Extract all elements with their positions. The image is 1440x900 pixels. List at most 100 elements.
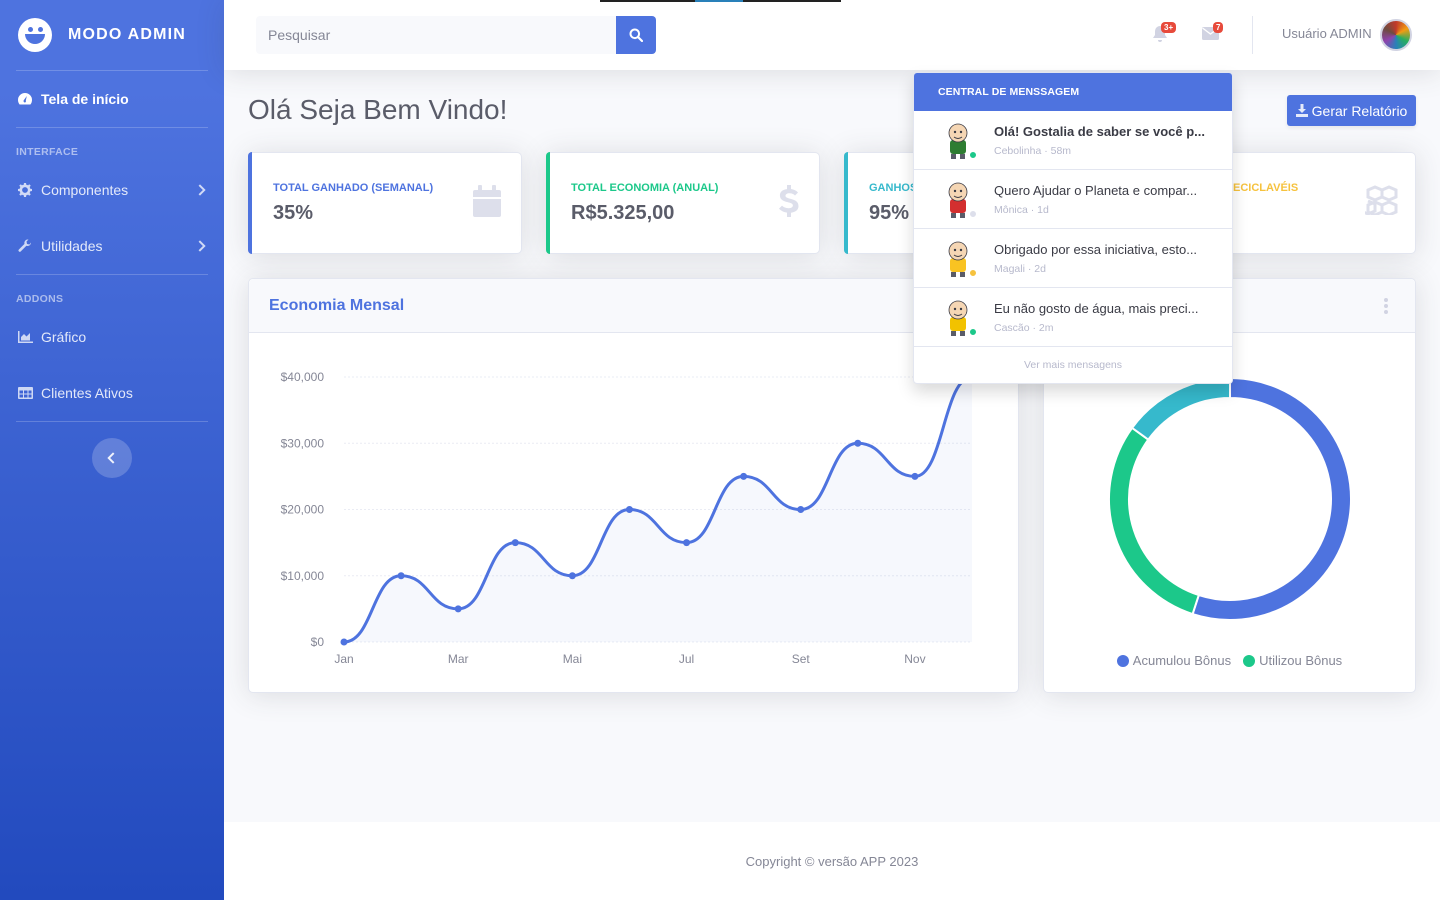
stat-value: 95% (869, 202, 910, 224)
data-point[interactable] (683, 539, 691, 547)
message-item[interactable]: Olá! Gostalia de saber se você p... Cebol… (914, 111, 1232, 170)
brand-name: MODO ADMIN (68, 26, 187, 43)
data-point[interactable] (397, 572, 405, 580)
sidebar-divider (16, 421, 208, 422)
doughnut-slice[interactable] (1191, 376, 1352, 621)
tachometer-icon (17, 92, 33, 106)
legend-dot (1116, 654, 1129, 667)
message-item[interactable]: Obrigado por essa iniciativa, esto... Mag… (914, 229, 1232, 288)
messages-button[interactable]: 7 (1202, 22, 1224, 45)
view-more-messages-link[interactable]: Ver mais mensagens (914, 347, 1232, 383)
y-tick-label: $30,000 (281, 436, 325, 450)
data-point[interactable] (511, 539, 519, 547)
sidebar-item-utilities[interactable]: Utilidades (0, 218, 224, 274)
legend-dot (1243, 654, 1256, 667)
messages-dropdown: CENTRAL DE MENSSAGEM Olá! Gostalia de sa… (913, 72, 1233, 384)
card-accent (248, 152, 252, 254)
data-point[interactable] (568, 572, 576, 580)
data-point[interactable] (625, 506, 633, 513)
area-chart-card: Economia Mensal $0 $10,000 $20,000 $30,000 $… (248, 278, 1019, 693)
stat-card-annual-savings: TOTAL ECONOMIA (ANUAL) R$5.325,00 (546, 152, 820, 254)
chart-legend: Acumulou Bônus Utilizou Bônus (1044, 653, 1415, 668)
status-indicator (968, 268, 978, 278)
legend-item[interactable]: Utilizou Bônus (1243, 653, 1342, 668)
card-accent (844, 152, 848, 254)
data-point[interactable] (454, 605, 462, 613)
legend-label: Acumulou Bônus (1132, 653, 1232, 668)
footer: Copyright © versão APP 2023 (224, 822, 1440, 900)
area-chart-icon (17, 330, 33, 344)
card-title: Economia Mensal (269, 296, 405, 314)
page-title: Olá Seja Bem Vindo! (248, 94, 508, 125)
stat-label: TOTAL ECONOMIA (ANUAL) (571, 182, 719, 194)
message-text: Eu não gosto de água, mais preci... (994, 300, 1199, 316)
data-point[interactable] (854, 439, 862, 447)
x-tick-label: Nov (904, 652, 925, 666)
x-tick-label: Jan (334, 652, 353, 666)
message-meta: Cebolinha · 58m (994, 144, 1072, 157)
generate-report-label: Gerar Relatório (1311, 102, 1408, 119)
sidebar-item-home[interactable]: Tela de início (0, 71, 224, 127)
x-tick-label: Jul (679, 652, 694, 666)
sidebar-item-label: Utilidades (41, 238, 103, 254)
sidebar-item-active-clients[interactable]: Clientes Ativos (0, 365, 224, 421)
y-tick-label: $40,000 (281, 370, 325, 384)
data-point[interactable] (797, 506, 805, 513)
sidebar-item-components[interactable]: Componentes (0, 162, 224, 218)
sidebar-toggle-button[interactable] (92, 438, 132, 478)
message-item[interactable]: Quero Ajudar o Planeta e compar... Mônica… (914, 170, 1232, 229)
message-avatar (938, 120, 978, 160)
sidebar: MODO ADMIN Tela de início INTERFACE Comp… (0, 0, 224, 900)
more-options-icon[interactable] (1384, 298, 1388, 314)
y-tick-label: $10,000 (281, 569, 325, 583)
message-meta: Mônica · 1d (994, 203, 1049, 216)
stat-value: R$5.325,00 (571, 202, 675, 224)
y-tick-label: $20,000 (281, 503, 325, 517)
message-text: Obrigado por essa iniciativa, esto... (994, 241, 1198, 257)
stat-label: GANHOS (869, 182, 918, 194)
x-tick-label: Mai (563, 652, 582, 666)
brand[interactable]: MODO ADMIN (0, 0, 224, 70)
messages-badge: 7 (1213, 22, 1224, 33)
generate-report-button[interactable]: Gerar Relatório (1287, 95, 1416, 126)
x-tick-label: Mar (448, 652, 469, 666)
sidebar-heading-interface: INTERFACE (16, 146, 79, 158)
alerts-badge: 3+ (1161, 22, 1177, 33)
sidebar-item-label: Gráfico (41, 329, 87, 345)
message-meta: Cascão · 2m (994, 321, 1054, 334)
legend-item[interactable]: Acumulou Bônus (1116, 653, 1232, 668)
sidebar-item-label: Tela de início (41, 91, 129, 107)
stat-label: TOTAL GANHADO (SEMANAL) (273, 182, 434, 194)
avatar[interactable] (1380, 19, 1412, 51)
topbar-divider (1252, 16, 1253, 54)
status-indicator (968, 327, 978, 337)
message-avatar (938, 297, 978, 337)
search-input[interactable] (256, 16, 616, 54)
stat-value: 35% (273, 202, 314, 224)
search-form (256, 16, 656, 54)
stat-card-weekly-earnings: TOTAL GANHADO (SEMANAL) 35% (248, 152, 522, 254)
sidebar-item-charts[interactable]: Gráfico (0, 309, 224, 365)
search-button[interactable] (616, 16, 656, 54)
message-item[interactable]: Eu não gosto de água, mais preci... Cascã… (914, 288, 1232, 347)
message-avatar (938, 238, 978, 278)
gear-icon (17, 183, 33, 197)
message-text: Olá! Gostalia de saber se você p... (994, 123, 1205, 139)
status-indicator (968, 150, 978, 160)
user-name[interactable]: Usuário ADMIN (1282, 26, 1372, 41)
doughnut-slice[interactable] (1108, 426, 1201, 616)
doughnut-slice[interactable] (1130, 376, 1231, 442)
search-icon (629, 28, 643, 42)
boxes-icon (1365, 185, 1398, 215)
chevron-right-icon (194, 184, 206, 196)
copyright-text: Copyright © versão APP 2023 (745, 853, 919, 869)
area-chart: $0 $10,000 $20,000 $30,000 $40,000 Jan Mar Mai J… (281, 370, 973, 666)
download-icon (1295, 104, 1308, 117)
table-icon (17, 386, 33, 400)
message-text: Quero Ajudar o Planeta e compar... (994, 182, 1198, 198)
data-point[interactable] (340, 638, 348, 646)
data-point[interactable] (740, 472, 748, 480)
data-point[interactable] (911, 472, 919, 480)
legend-label: Utilizou Bônus (1259, 653, 1343, 668)
alerts-button[interactable]: 3+ (1152, 22, 1177, 45)
